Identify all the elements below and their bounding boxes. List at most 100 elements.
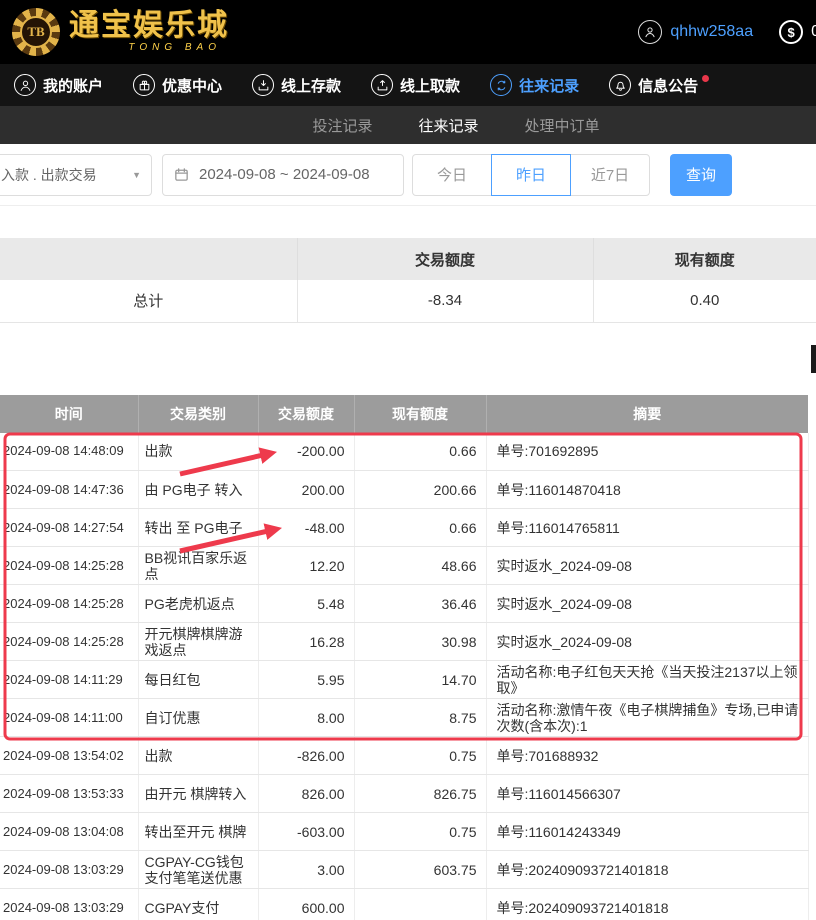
table-cell: 单号:116014243349: [486, 813, 808, 851]
table-cell: 600.00: [258, 889, 354, 920]
table-cell: 8.00: [258, 699, 354, 737]
notification-dot: [702, 75, 709, 82]
nav-item-records[interactable]: 往来记录: [490, 74, 579, 96]
filter-bar: 入款 . 出款交易 ▼ 2024-09-08 ~ 2024-09-08 今日 昨…: [0, 144, 816, 206]
table-cell: 2024-09-08 13:04:08: [0, 813, 138, 851]
table-cell: -200.00: [258, 433, 354, 471]
table-cell: 转出 至 PG电子: [138, 509, 258, 547]
sub-nav: 投注记录 往来记录 处理中订单: [0, 106, 816, 144]
table-cell: 实时返水_2024-09-08: [486, 547, 808, 585]
person-icon: [14, 74, 36, 96]
table-cell: 3.00: [258, 851, 354, 889]
table-cell: 48.66: [354, 547, 486, 585]
tab-betting-records[interactable]: 投注记录: [312, 115, 372, 136]
table-cell: 14.70: [354, 661, 486, 699]
summary-row: 总计 -8.34 0.40: [0, 280, 816, 322]
table-cell: 转出至开元 棋牌: [138, 813, 258, 851]
table-cell: -603.00: [258, 813, 354, 851]
summary-balance-total: 0.40: [593, 280, 816, 322]
spacer: [0, 206, 816, 238]
table-row: 2024-09-08 14:11:29每日红包5.9514.70活动名称:电子红…: [0, 661, 808, 699]
table-cell: 单号:116014765811: [486, 509, 808, 547]
spacer: [0, 323, 816, 395]
summary-header-empty: [0, 238, 297, 280]
nav-item-announcements[interactable]: 信息公告: [609, 74, 712, 96]
tab-transaction-records[interactable]: 往来记录: [418, 115, 478, 136]
tab-processing-orders[interactable]: 处理中订单: [525, 115, 600, 136]
nav-item-deposit[interactable]: 线上存款: [252, 74, 341, 96]
table-cell: CGPAY支付: [138, 889, 258, 920]
table-cell: 单号:116014566307: [486, 775, 808, 813]
chevron-down-icon: ▼: [132, 170, 141, 180]
deposit-arrow-icon: [252, 74, 274, 96]
table-cell: 12.20: [258, 547, 354, 585]
table-cell: 出款: [138, 433, 258, 471]
table-cell: 603.75: [354, 851, 486, 889]
table-cell: 实时返水_2024-09-08: [486, 623, 808, 661]
top-header: TB 通宝娱乐城 TONG BAO qhhw258aa $ 0: [0, 0, 816, 64]
table-cell: 0.66: [354, 509, 486, 547]
logo-text: 通宝娱乐城 TONG BAO: [69, 10, 229, 54]
nav-label: 信息公告: [638, 75, 698, 96]
table-cell: 30.98: [354, 623, 486, 661]
table-row: 2024-09-08 14:25:28开元棋牌棋牌游戏返点16.2830.98实…: [0, 623, 808, 661]
table-cell: -48.00: [258, 509, 354, 547]
table-cell: 单号:116014870418: [486, 471, 808, 509]
table-cell: 200.66: [354, 471, 486, 509]
table-cell: 由开元 棋牌转入: [138, 775, 258, 813]
table-cell: 826.75: [354, 775, 486, 813]
table-cell: 826.00: [258, 775, 354, 813]
table-cell: 2024-09-08 13:54:02: [0, 737, 138, 775]
table-cell: 200.00: [258, 471, 354, 509]
column-header-time: 时间: [0, 395, 138, 433]
table-cell: 5.48: [258, 585, 354, 623]
username[interactable]: qhhw258aa: [670, 23, 753, 41]
records-header-row: 时间 交易类别 交易额度 现有额度 摘要: [0, 395, 808, 433]
today-button[interactable]: 今日: [412, 154, 492, 196]
table-cell: 2024-09-08 14:11:29: [0, 661, 138, 699]
withdraw-arrow-icon: [371, 74, 393, 96]
nav-item-my-account[interactable]: 我的账户: [14, 74, 103, 96]
summary-table: 交易额度 现有额度 总计 -8.34 0.40: [0, 238, 816, 323]
table-cell: 36.46: [354, 585, 486, 623]
column-header-type: 交易类别: [138, 395, 258, 433]
main-nav: 我的账户 优惠中心 线上存款 线上取款 往来记录: [0, 64, 816, 106]
table-row: 2024-09-08 14:47:36由 PG电子 转入200.00200.66…: [0, 471, 808, 509]
last7days-button[interactable]: 近7日: [570, 154, 650, 196]
table-cell: 5.95: [258, 661, 354, 699]
table-cell: 2024-09-08 13:53:33: [0, 775, 138, 813]
table-row: 2024-09-08 14:25:28PG老虎机返点5.4836.46实时返水_…: [0, 585, 808, 623]
nav-item-withdraw[interactable]: 线上取款: [371, 74, 460, 96]
table-cell: BB视讯百家乐返点: [138, 547, 258, 585]
nav-item-promotions[interactable]: 优惠中心: [133, 74, 222, 96]
calendar-icon: [173, 166, 190, 183]
summary-header-balance: 现有额度: [593, 238, 816, 280]
nav-label: 线上取款: [400, 75, 460, 96]
search-button[interactable]: 查询: [670, 154, 732, 196]
table-cell: 2024-09-08 14:25:28: [0, 547, 138, 585]
table-cell: 2024-09-08 14:27:54: [0, 509, 138, 547]
table-cell: 0.75: [354, 737, 486, 775]
table-cell: 活动名称:激情午夜《电子棋牌捕鱼》专场,已申请次数(含本次):1: [486, 699, 808, 737]
yesterday-button[interactable]: 昨日: [491, 154, 571, 196]
table-cell: 活动名称:电子红包天天抢《当天投注2137以上领取》: [486, 661, 808, 699]
table-row: 2024-09-08 13:03:29CGPAY-CG钱包支付笔笔送优惠3.00…: [0, 851, 808, 889]
scrollbar-thumb[interactable]: [811, 345, 816, 373]
account-area: qhhw258aa $ 0: [638, 0, 816, 64]
table-cell: 每日红包: [138, 661, 258, 699]
column-header-balance: 现有额度: [354, 395, 486, 433]
date-range-input[interactable]: 2024-09-08 ~ 2024-09-08: [162, 154, 404, 196]
chip-badge: TB: [20, 16, 52, 48]
transaction-type-select[interactable]: 入款 . 出款交易 ▼: [0, 154, 152, 196]
table-cell: 由 PG电子 转入: [138, 471, 258, 509]
table-cell: 2024-09-08 13:03:29: [0, 889, 138, 920]
logo-title: 通宝娱乐城: [69, 10, 229, 42]
page: TB 通宝娱乐城 TONG BAO qhhw258aa $ 0 我的账户: [0, 0, 816, 920]
table-cell: 出款: [138, 737, 258, 775]
gift-icon: [133, 74, 155, 96]
site-logo[interactable]: TB 通宝娱乐城 TONG BAO: [12, 8, 229, 56]
table-cell: 实时返水_2024-09-08: [486, 585, 808, 623]
nav-label: 往来记录: [519, 75, 579, 96]
table-row: 2024-09-08 14:48:09出款-200.000.66单号:70169…: [0, 433, 808, 471]
column-header-amount: 交易额度: [258, 395, 354, 433]
